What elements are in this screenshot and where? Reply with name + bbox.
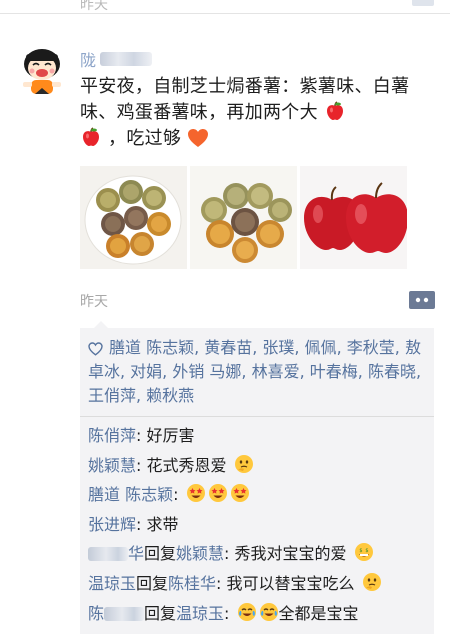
commenter-name[interactable]: 膳道 陈志颖 [88,485,173,504]
comment-row[interactable]: 膳道 陈志颖: [88,480,426,510]
photo-thumbnail[interactable] [80,166,187,269]
comment-text: : 我可以替宝宝吃么 [216,573,355,593]
svg-text:$: $ [365,548,368,554]
photo-grid [80,166,407,269]
like-heart-icon [88,342,103,356]
comment-text-after: 全都是宝宝 [278,603,359,623]
thinking-face-icon [362,572,381,591]
post-text: 平安夜，自制芝士焗番薯：紫薯味、白薯味、鸡蛋番薯味，再加两个大 ，吃过够 [80,74,430,152]
commenter-name-blur [104,606,145,621]
likes-list: 膳道 陈志颖, 黄春苗, 张璞, 佩佩, 李秋莹, 敖卓冰, 对娟, 外销 马娜… [80,328,434,416]
reply-target-name[interactable]: 陈桂华 [168,574,216,593]
comment-list: 陈俏萍: 好厉害 姚颖慧: 花式秀恩爱 膳道 陈志颖: 张进辉: 求带 华回复姚… [80,417,434,634]
commenter-name[interactable]: 张进辉 [88,515,136,534]
commenter-name-visible[interactable]: 华 [128,544,144,563]
comment-row[interactable]: 华回复姚颖慧: 秀我对宝宝的爱 $ $ [88,539,426,569]
orange-heart-icon [188,129,209,147]
comment-text: : 求带 [136,514,179,534]
author-name[interactable]: 陇 [80,47,153,71]
comment-row[interactable]: 陈 回复温琼玉: 全都是宝宝 [88,599,426,629]
post-text-tail: ，吃过够 [108,128,182,149]
more-dots-icon [415,297,429,303]
comment-text: : [173,485,184,505]
tears-of-joy-icon [259,602,278,621]
comment-text: : 花式秀恩爱 [136,455,227,475]
photo-thumbnail[interactable] [190,166,297,269]
svg-text:$: $ [359,548,362,554]
post-time: 昨天 [80,294,108,310]
feedback-caret [94,321,108,328]
previous-post-edge: 昨天 [0,0,450,14]
comment-menu-button[interactable] [409,291,435,309]
photo-thumbnail[interactable] [300,166,407,269]
previous-comment-button[interactable] [412,0,434,6]
comment-text: : 秀我对宝宝的爱 [224,544,347,564]
star-eyes-icon [208,484,227,503]
author-name-visible: 陇 [80,51,97,70]
sweet-potato-tarts-closeup-photo [190,166,297,269]
commenter-name[interactable]: 姚颖慧 [88,456,136,475]
commenter-name-visible[interactable]: 陈 [88,604,104,623]
reply-word: 回复 [144,544,177,564]
post-text-main: 平安夜，自制芝士焗番薯：紫薯味、白薯味、鸡蛋番薯味，再加两个大 [80,76,410,123]
comment-text: : 好厉害 [136,426,195,445]
commenter-name[interactable]: 陈俏萍 [88,426,136,445]
likes-names[interactable]: 膳道 陈志颖, 黄春苗, 张璞, 佩佩, 李秋莹, 敖卓冰, 对娟, 外销 马娜… [88,338,421,405]
two-red-apples-photo [300,166,407,269]
reply-target-name[interactable]: 姚颖慧 [176,544,224,563]
thinking-face-icon [234,454,253,473]
cartoon-girl-avatar-icon [13,40,71,98]
feedback-panel: 膳道 陈志颖, 黄春苗, 张璞, 佩佩, 李秋莹, 敖卓冰, 对娟, 外销 马娜… [80,321,434,635]
author-name-blur [100,52,153,66]
comment-row[interactable]: 姚颖慧: 花式秀恩爱 [88,451,426,481]
sweet-potato-tarts-photo [80,166,187,269]
commenter-name-blur [88,547,128,562]
star-eyes-icon [230,484,249,503]
reply-word: 回复 [144,603,177,623]
comment-row[interactable]: 温琼玉回复陈桂华: 我可以替宝宝吃么 [88,569,426,599]
commenter-name[interactable]: 温琼玉 [88,574,136,593]
money-mouth-icon: $ $ [354,543,373,562]
comment-row[interactable]: 陈俏萍: 好厉害 [88,421,426,451]
star-eyes-icon [186,484,205,503]
red-apple-icon [326,101,343,120]
comment-row[interactable]: 张进辉: 求带 [88,510,426,540]
reply-target-name[interactable]: 温琼玉 [176,604,224,623]
comment-text: : [224,603,235,623]
tears-of-joy-icon [237,602,256,621]
reply-word: 回复 [136,573,169,593]
previous-post-time: 昨天 [80,0,108,13]
red-apple-icon [83,127,99,146]
avatar[interactable] [13,40,71,98]
